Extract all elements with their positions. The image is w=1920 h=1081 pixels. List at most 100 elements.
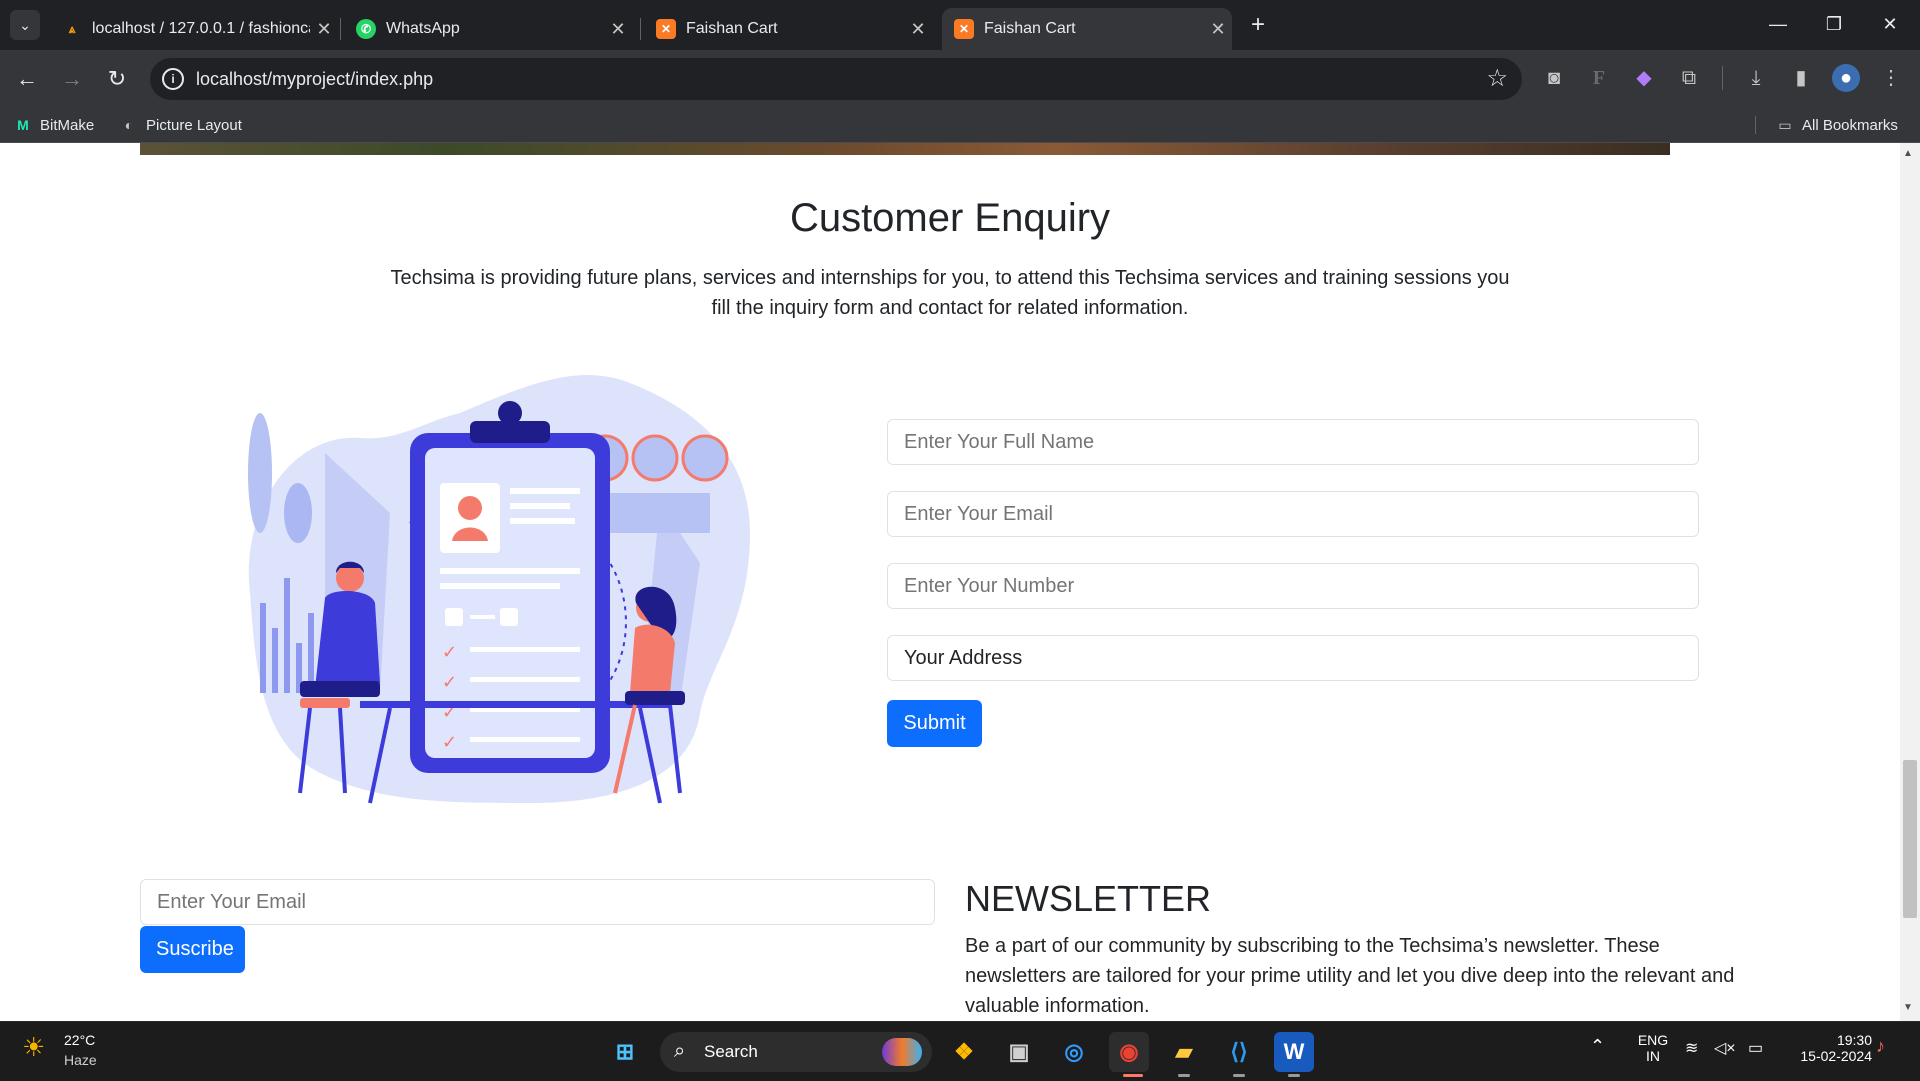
edge-browser-icon[interactable]: ◎ [1054,1032,1094,1072]
chrome-browser-icon[interactable]: ◉ [1109,1032,1149,1072]
bookmark-label: BitMake [40,116,95,134]
vscode-icon[interactable]: ⟨⟩ [1219,1032,1259,1072]
close-window-button[interactable]: ✕ [1870,8,1910,40]
battery-icon[interactable]: ▭ [1748,1038,1763,1058]
forward-button[interactable]: → [55,62,89,96]
submit-button[interactable]: Submit [887,700,982,747]
running-indicator [1123,1074,1143,1077]
weather-haze-icon[interactable]: ☀ [22,1032,56,1066]
paper-line [510,488,580,494]
taskbar-search[interactable]: ⌕ Search [660,1032,932,1072]
site-info-icon[interactable]: i [162,68,184,90]
paper-box [500,608,518,626]
volume-muted-icon[interactable]: ◁× [1714,1038,1736,1058]
clock-date: 15-02-2024 [1800,1048,1872,1064]
scroll-up-arrow[interactable]: ▲ [1903,148,1913,159]
clipboard-ring [498,401,522,425]
page-viewport: Customer Enquiry Techsima is providing f… [0,143,1900,1021]
close-icon[interactable]: ✕ [604,19,632,40]
weather-description[interactable]: Haze [64,1052,97,1068]
scroll-down-arrow[interactable]: ▼ [1903,1002,1913,1013]
clock[interactable]: 19:30 15-02-2024 [1782,1032,1872,1064]
menu-icon[interactable]: ⋮ [1877,64,1905,92]
enquiry-title: Customer Enquiry [789,196,1111,240]
full-name-input[interactable] [887,419,1699,465]
paper-line [470,647,580,652]
back-button[interactable]: ← [10,62,44,96]
word-icon[interactable]: W [1274,1032,1314,1072]
tab-label: WhatsApp [386,20,460,37]
close-icon[interactable]: ✕ [310,19,338,40]
restore-button[interactable]: ❐ [1814,8,1854,40]
download-icon[interactable]: ⤓ [1742,64,1770,92]
close-icon[interactable]: ✕ [904,19,932,40]
address-bar[interactable]: i localhost/myproject/index.php ☆ [150,58,1522,100]
newsletter-email-input[interactable] [140,879,935,925]
region-code: IN [1646,1048,1660,1064]
paper-line [470,737,580,742]
url-text[interactable]: localhost/myproject/index.php [196,69,433,90]
tab-label: Faishan Cart [686,20,778,37]
windows-taskbar: ☀ 22°C Haze ⊞ ⌕ Search ❖ ▣ ◎ ◉ ▰ ⟨⟩ W ⌃ … [0,1021,1920,1081]
newsletter-title: NEWSLETTER [965,878,1212,919]
paper-line [440,583,560,589]
number-input[interactable] [887,563,1699,609]
notification-bell-icon[interactable]: ♪ [1876,1036,1885,1057]
start-windows-icon[interactable]: ⊞ [605,1032,645,1072]
subscribe-button[interactable]: Suscribe [140,926,245,973]
bitmake-icon: M [17,117,29,133]
search-icon: ⌕ [674,1040,686,1062]
tab-whatsapp[interactable]: ✆ WhatsApp ✕ [344,8,632,50]
all-bookmarks-label: All Bookmarks [1802,116,1898,134]
bookmark-bitmake[interactable]: M BitMake [14,116,94,134]
clock-time: 19:30 [1836,1032,1872,1048]
chart-bar [272,628,278,693]
paper-box [445,608,463,626]
task-view-icon[interactable]: ▣ [999,1032,1039,1072]
check-mark: ✓ [442,642,457,663]
all-bookmarks-button[interactable]: ▭ All Bookmarks [1776,116,1898,134]
bookmark-star-icon[interactable]: ☆ [1486,64,1508,93]
running-indicator [1288,1074,1300,1077]
side-panel-icon[interactable]: ▮ [1787,64,1815,92]
tab-faishan-cart[interactable]: ✕ Faishan Cart ✕ [644,8,932,50]
browser-tab-bar: ⌄ ⩓ localhost / 127.0.0.1 / fashionca ✕ … [0,0,1920,50]
wifi-icon[interactable]: ≋ [1685,1038,1698,1058]
folder-icon: ▭ [1778,116,1792,133]
minimize-button[interactable]: — [1758,8,1798,40]
table-top [360,701,670,708]
copilot-icon[interactable]: ❖ [944,1032,984,1072]
running-indicator [1233,1074,1245,1077]
tab-faishan-cart-active[interactable]: ✕ Faishan Cart ✕ [942,8,1232,50]
bookmark-picture-layout[interactable]: ◐ Picture Layout [120,116,242,134]
new-tab-button[interactable]: + [1244,12,1272,40]
whatsapp-icon: ✆ [356,19,376,39]
camera-extension-icon[interactable]: ◙ [1540,64,1568,92]
tab-phpmyadmin[interactable]: ⩓ localhost / 127.0.0.1 / fashionca ✕ [50,8,338,50]
profile-avatar[interactable]: ● [1832,64,1860,92]
email-input[interactable] [887,491,1699,537]
search-label: Search [704,1042,758,1061]
font-extension-icon[interactable]: F [1585,64,1613,92]
reload-button[interactable]: ↻ [100,62,134,96]
chart-bar [284,578,290,693]
file-explorer-icon[interactable]: ▰ [1164,1032,1204,1072]
tab-search-button[interactable]: ⌄ [10,10,40,40]
bookmarks-bar: M BitMake ◐ Picture Layout ▭ All Bookmar… [0,108,1920,143]
puzzle-extensions-icon[interactable]: ⧉ [1675,64,1703,92]
close-icon[interactable]: ✕ [1204,19,1232,40]
gradient-extension-icon[interactable]: ◆ [1630,64,1658,92]
scrollbar-thumb[interactable] [1903,760,1917,918]
paper-line [470,677,580,682]
language-indicator[interactable]: ENG IN [1633,1032,1673,1064]
enquiry-description: Techsima is providing future plans, serv… [390,267,1510,319]
paper-line [470,615,495,619]
address-input[interactable] [887,635,1699,681]
xampp-icon: ✕ [954,19,974,39]
chevron-up-icon[interactable]: ⌃ [1590,1036,1605,1057]
enquiry-illustration: ✓ ✓ ✓ ✓ [248,374,750,804]
weather-temperature[interactable]: 22°C [64,1032,95,1048]
leaf-decoration [284,483,312,543]
paper-line [510,518,575,524]
phpmyadmin-icon: ⩓ [68,21,76,36]
